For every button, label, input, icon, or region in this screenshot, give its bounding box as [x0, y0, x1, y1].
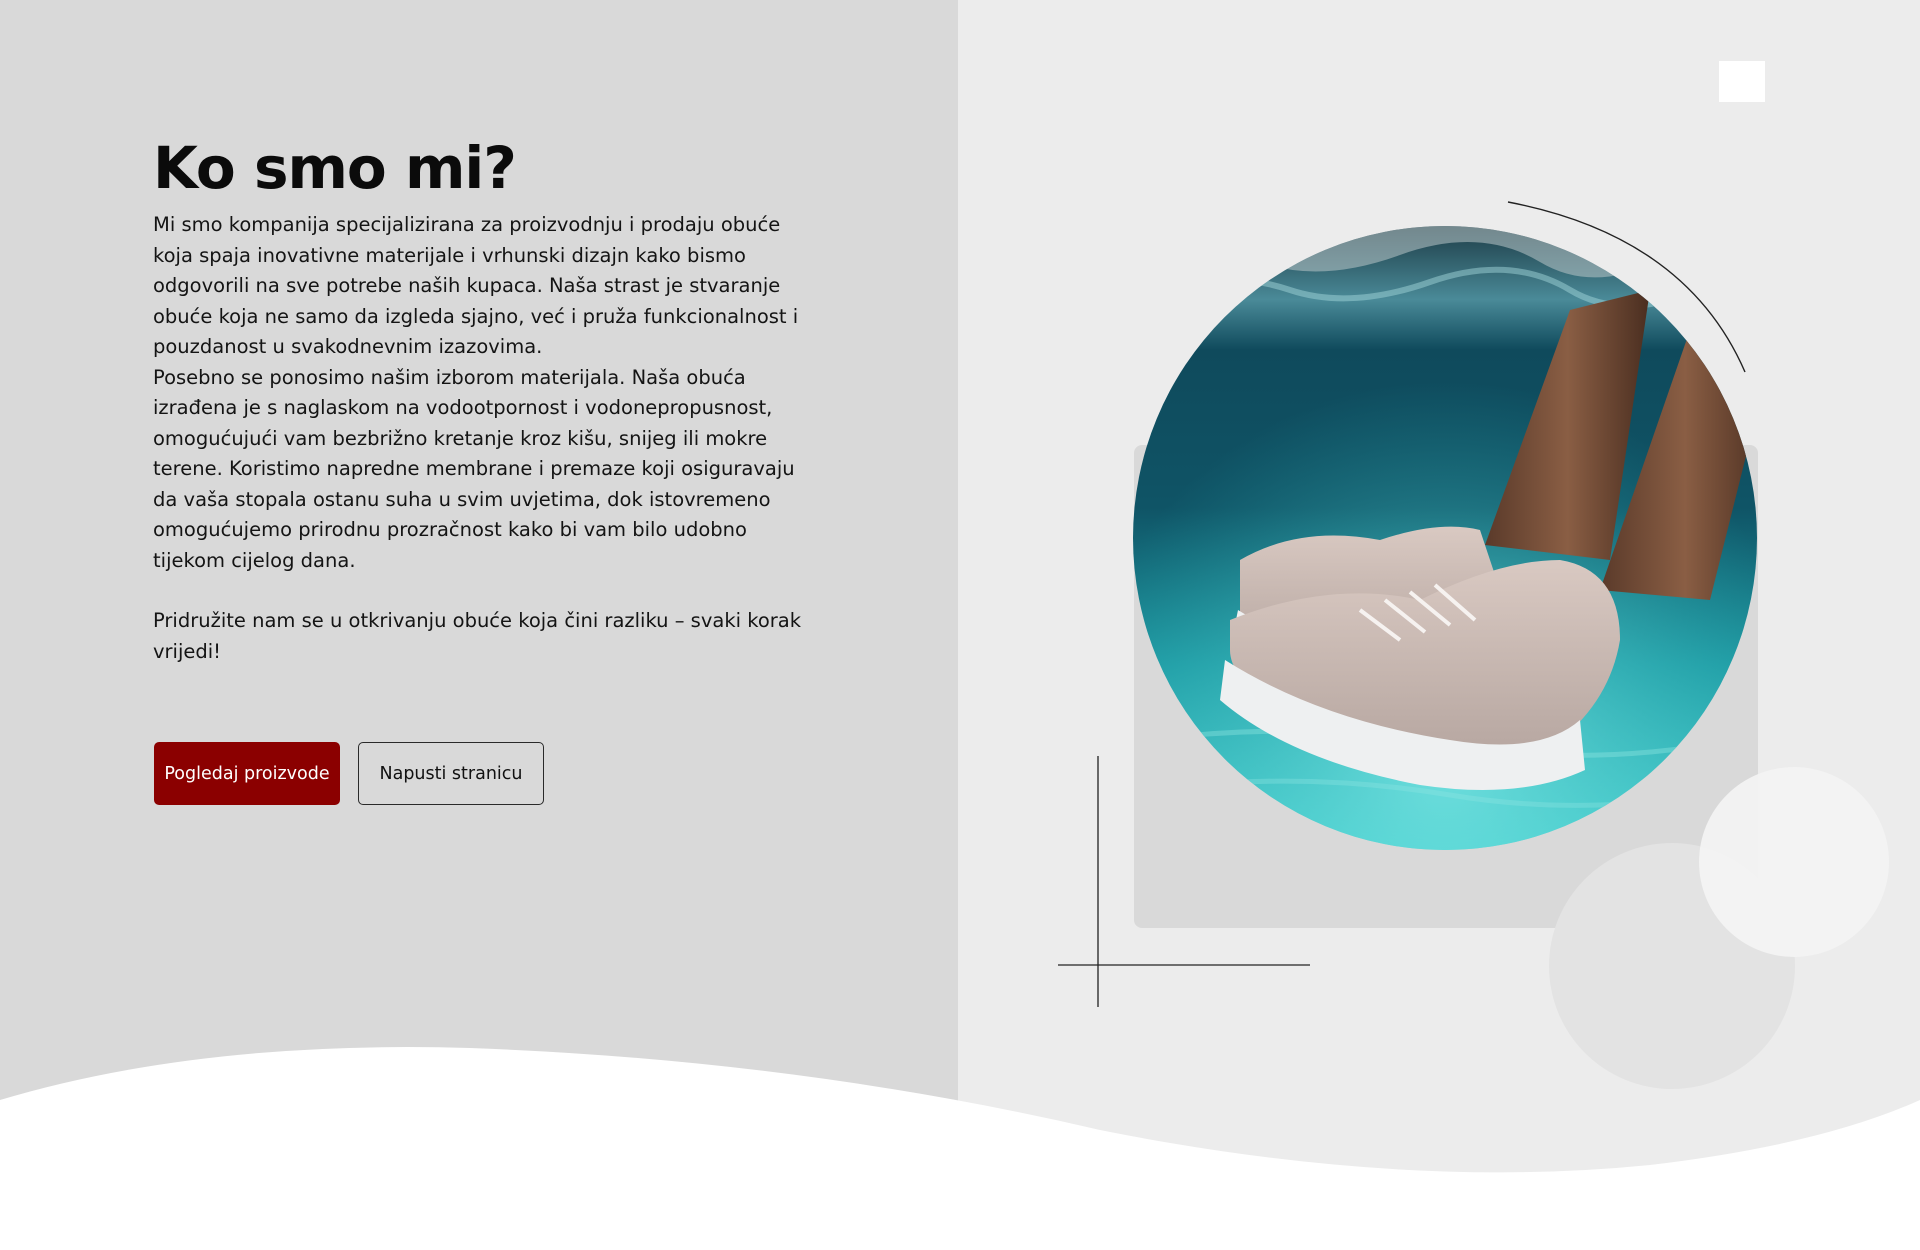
decor-circle-small [1699, 767, 1889, 957]
corner-square [1719, 61, 1765, 102]
action-buttons: Pogledaj proizvode Napusti stranicu [154, 742, 544, 805]
leave-page-button[interactable]: Napusti stranicu [358, 742, 544, 805]
about-page: Ko smo mi? Mi smo kompanija specijalizir… [0, 0, 1920, 1250]
intro-paragraph: Mi smo kompanija specijalizirana za proi… [153, 213, 799, 358]
view-products-button[interactable]: Pogledaj proizvode [154, 742, 340, 805]
about-section: Ko smo mi? Mi smo kompanija specijalizir… [153, 132, 813, 667]
materials-paragraph: Posebno se ponosimo našim izborom materi… [153, 365, 795, 572]
closing-paragraph: Pridružite nam se u otkrivanju obuće koj… [153, 609, 802, 663]
page-title: Ko smo mi? [153, 134, 517, 202]
